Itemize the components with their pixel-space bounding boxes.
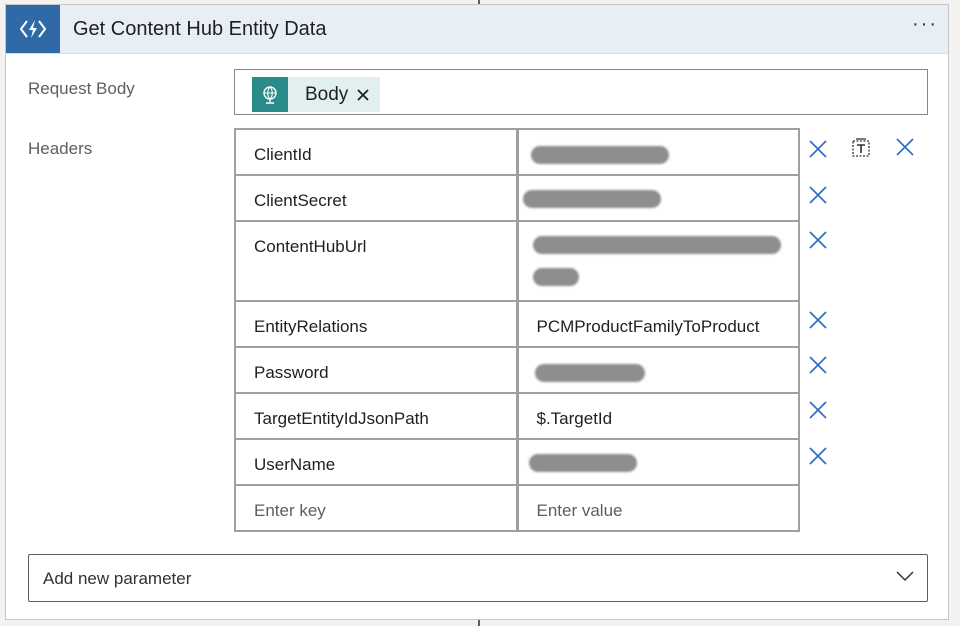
request-body-input[interactable]: Body (234, 69, 928, 115)
text-mode-icon[interactable] (850, 137, 872, 164)
close-headers-icon[interactable] (895, 137, 915, 162)
header-row: Password (234, 346, 800, 394)
chevron-down-icon (895, 569, 915, 588)
header-value-cell[interactable] (515, 174, 800, 222)
header-value-cell[interactable]: PCMProductFamilyToProduct (515, 300, 800, 348)
card-title: Get Content Hub Entity Data (73, 18, 327, 40)
header-row: ClientId (234, 128, 800, 176)
action-card: Get Content Hub Entity Data ··· Request … (5, 4, 949, 620)
body-token[interactable]: Body (252, 77, 380, 112)
new-header-row: Enter key Enter value (234, 484, 800, 532)
header-value-cell[interactable] (515, 220, 800, 302)
redacted-value (532, 236, 781, 254)
header-key-cell[interactable]: ContentHubUrl (234, 220, 518, 302)
delete-row-icon[interactable] (808, 310, 828, 335)
delete-row-icon[interactable] (808, 446, 828, 471)
new-key-input[interactable]: Enter key (234, 484, 518, 532)
delete-row-icon[interactable] (808, 139, 828, 164)
header-row: ClientSecret (234, 174, 800, 222)
header-value-cell[interactable] (515, 346, 800, 394)
body-token-label: Body (305, 83, 349, 105)
azure-function-icon (6, 5, 60, 53)
headers-label: Headers (28, 139, 93, 158)
header-value-cell[interactable] (515, 438, 800, 486)
more-options-button[interactable]: ··· (912, 13, 938, 36)
new-value-input[interactable]: Enter value (515, 484, 800, 532)
redacted-value (534, 364, 645, 382)
header-key-cell[interactable]: ClientId (234, 128, 518, 176)
header-row: UserName (234, 438, 800, 486)
header-key-cell[interactable]: Password (234, 346, 518, 394)
header-value-cell[interactable] (515, 128, 800, 176)
remove-token-icon[interactable] (356, 88, 370, 102)
delete-row-icon[interactable] (808, 355, 828, 380)
globe-icon (252, 77, 288, 112)
delete-row-icon[interactable] (808, 185, 828, 210)
delete-row-icon[interactable] (808, 400, 828, 425)
redacted-value (532, 268, 579, 286)
delete-row-icon[interactable] (808, 230, 828, 255)
header-value-cell[interactable]: $.TargetId (515, 392, 800, 440)
header-row: ContentHubUrl (234, 220, 800, 302)
flow-connector-bottom (478, 620, 480, 626)
header-row: EntityRelations PCMProductFamilyToProduc… (234, 300, 800, 348)
header-key-cell[interactable]: UserName (234, 438, 518, 486)
card-header[interactable]: Get Content Hub Entity Data ··· (6, 5, 948, 54)
headers-table: ClientId ClientSecret ContentHubUrl Enti… (234, 128, 800, 532)
request-body-label: Request Body (28, 79, 135, 98)
redacted-value (530, 146, 669, 164)
add-parameter-label: Add new parameter (43, 569, 192, 588)
add-new-parameter-dropdown[interactable]: Add new parameter (28, 554, 928, 602)
header-key-cell[interactable]: EntityRelations (234, 300, 518, 348)
redacted-value (528, 454, 637, 472)
header-key-cell[interactable]: ClientSecret (234, 174, 518, 222)
redacted-value (522, 190, 661, 208)
header-key-cell[interactable]: TargetEntityIdJsonPath (234, 392, 518, 440)
header-row: TargetEntityIdJsonPath $.TargetId (234, 392, 800, 440)
